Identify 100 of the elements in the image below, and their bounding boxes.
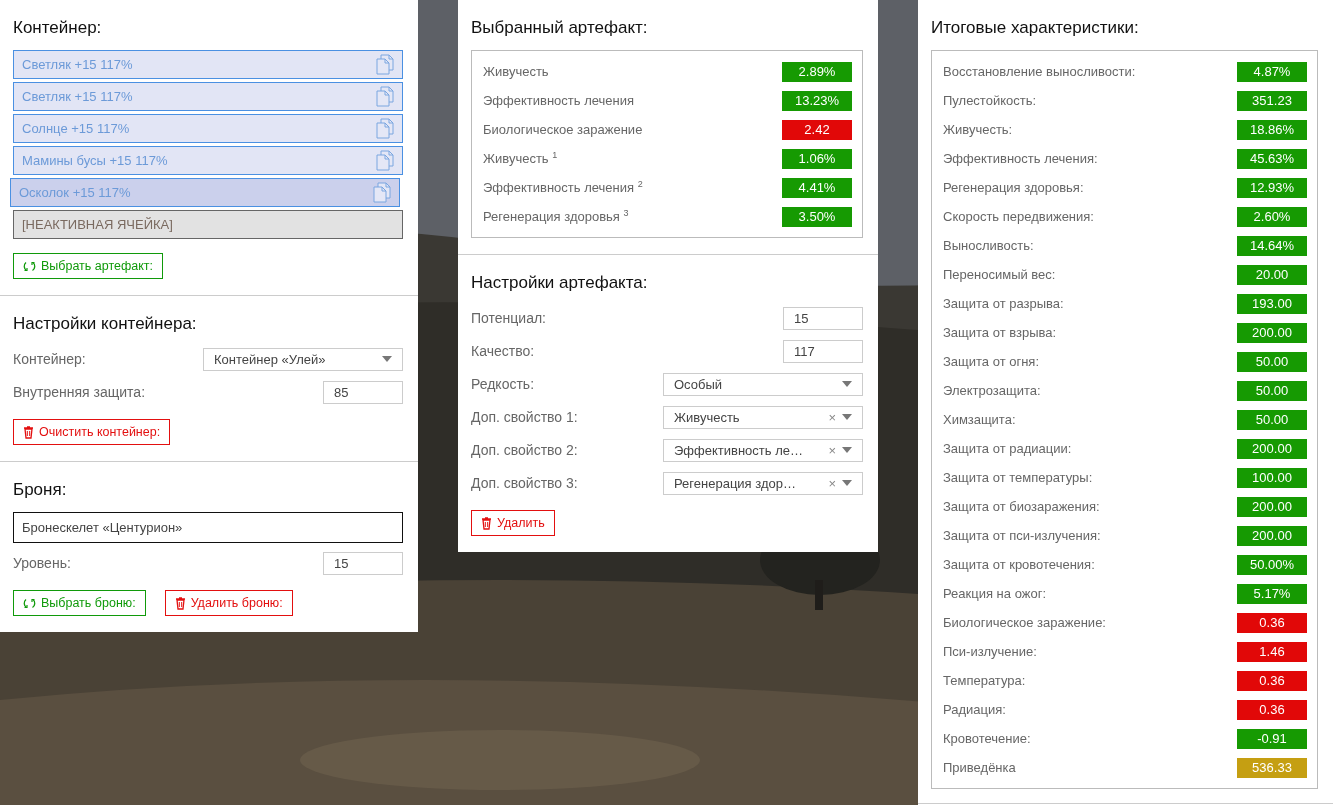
caret-icon bbox=[842, 381, 852, 387]
stat-value: 0.36 bbox=[1237, 612, 1307, 633]
clear-container-button[interactable]: Очистить контейнер: bbox=[13, 419, 171, 445]
armor-name-field[interactable]: Бронескелет «Центурион» bbox=[13, 512, 403, 543]
stat-label: Защита от радиации: bbox=[943, 441, 1072, 456]
field-label: Редкость: bbox=[471, 376, 535, 392]
stat-value: 13.23% bbox=[782, 90, 852, 111]
stat-value: 4.41% bbox=[782, 177, 852, 198]
stat-value: 50.00 bbox=[1237, 351, 1307, 372]
stat-label: Биологическое заражение bbox=[483, 122, 643, 137]
field-label: Доп. свойство 1: bbox=[471, 409, 578, 425]
field-label: Качество: bbox=[471, 343, 535, 359]
stat-label: Электрозащита: bbox=[943, 383, 1041, 398]
stat-value: 14.64% bbox=[1237, 235, 1307, 256]
stat-label: Эффективность лечения bbox=[483, 93, 635, 108]
stat-label: Восстановление выносливости: bbox=[943, 64, 1136, 79]
copy-icon[interactable] bbox=[373, 182, 391, 203]
refresh-icon bbox=[23, 596, 36, 610]
number-field[interactable]: 15 bbox=[783, 306, 863, 330]
field-label: Контейнер: bbox=[13, 351, 86, 367]
stat-label: Кровотечение: bbox=[943, 731, 1031, 746]
stat-value: 100.00 bbox=[1237, 467, 1307, 488]
stat-value: 12.93% bbox=[1237, 177, 1307, 198]
copy-icon[interactable] bbox=[376, 150, 394, 171]
stat-label: Живучесть: bbox=[943, 122, 1013, 137]
field-label: Доп. свойство 3: bbox=[471, 475, 578, 491]
stat-label: Защита от биозаражения: bbox=[943, 499, 1100, 514]
stat-label: Переносимый вес: bbox=[943, 267, 1056, 282]
field-label: Внутренняя защита: bbox=[13, 384, 146, 400]
stat-value: 200.00 bbox=[1237, 438, 1307, 459]
stat-value: 45.63% bbox=[1237, 148, 1307, 169]
number-field[interactable]: 15 bbox=[323, 551, 403, 575]
stat-value: 18.86% bbox=[1237, 119, 1307, 140]
stat-value: 0.36 bbox=[1237, 670, 1307, 691]
stat-label: Регенерация здоровья: bbox=[943, 180, 1084, 195]
stat-value: 50.00% bbox=[1237, 554, 1307, 575]
stat-label: Выносливость: bbox=[943, 238, 1034, 253]
stat-label: Приведёнка bbox=[943, 760, 1016, 775]
section-title: Настройки контейнера: bbox=[13, 314, 198, 334]
stat-label: Химзащита: bbox=[943, 412, 1016, 427]
stat-label: Эффективность лечения $^{2}$ bbox=[483, 179, 643, 196]
select-armor-button[interactable]: Выбрать броню: bbox=[13, 590, 146, 616]
section-title: Итоговые характеристики: bbox=[931, 18, 1140, 38]
copy-icon[interactable] bbox=[376, 86, 394, 107]
stat-value: 50.00 bbox=[1237, 409, 1307, 430]
stat-value: 50.00 bbox=[1237, 380, 1307, 401]
dropdown[interactable]: Живучесть × bbox=[663, 405, 863, 429]
stat-label: Скорость передвижения: bbox=[943, 209, 1094, 224]
clear-icon[interactable]: × bbox=[828, 442, 836, 458]
section-title: Настройки артефакта: bbox=[471, 273, 649, 293]
caret-icon bbox=[842, 447, 852, 453]
stat-label: Пулестойкость: bbox=[943, 93, 1037, 108]
stat-value: 3.50% bbox=[782, 206, 852, 227]
caret-icon bbox=[842, 480, 852, 486]
stat-label: Защита от пси-излучения: bbox=[943, 528, 1101, 543]
stat-value: 351.23 bbox=[1237, 90, 1307, 111]
dropdown[interactable]: Особый bbox=[663, 372, 863, 396]
stat-label: Температура: bbox=[943, 673, 1026, 688]
stat-value: 200.00 bbox=[1237, 496, 1307, 517]
stat-label: Живучесть $^{1}$ bbox=[483, 150, 558, 167]
stat-label: Защита от кровотечения: bbox=[943, 557, 1095, 572]
select-artifact-button[interactable]: Выбрать артефакт: bbox=[13, 253, 164, 279]
copy-icon[interactable] bbox=[376, 118, 394, 139]
copy-icon[interactable] bbox=[376, 54, 394, 75]
stat-label: Защита от температуры: bbox=[943, 470, 1093, 485]
dropdown[interactable]: Регенерация здор… × bbox=[663, 471, 863, 495]
field-label: Уровень: bbox=[13, 555, 71, 571]
stat-label: Защита от огня: bbox=[943, 354, 1039, 369]
trash-icon bbox=[23, 425, 34, 439]
stat-value: 2.42 bbox=[782, 119, 852, 140]
caret-icon bbox=[842, 414, 852, 420]
dropdown[interactable]: Эффективность ле… × bbox=[663, 438, 863, 462]
stat-value: -0.91 bbox=[1237, 728, 1307, 749]
number-field[interactable]: 85 bbox=[323, 380, 403, 404]
section-title: Броня: bbox=[13, 480, 68, 500]
field-label: Доп. свойство 2: bbox=[471, 442, 578, 458]
dropdown[interactable]: Контейнер «Улей» bbox=[203, 347, 403, 371]
delete-armor-button[interactable]: Удалить броню: bbox=[164, 590, 293, 616]
stat-label: Радиация: bbox=[943, 702, 1006, 717]
stat-value: 2.89% bbox=[782, 61, 852, 82]
clear-icon[interactable]: × bbox=[828, 475, 836, 491]
stat-label: Живучесть bbox=[483, 64, 549, 79]
delete-button[interactable]: Удалить bbox=[471, 510, 555, 536]
refresh-icon bbox=[23, 259, 36, 273]
stat-label: Эффективность лечения: bbox=[943, 151, 1098, 166]
stat-value: 5.17% bbox=[1237, 583, 1307, 604]
stat-value: 536.33 bbox=[1237, 757, 1307, 778]
stat-label: Биологическое заражение: bbox=[943, 615, 1106, 630]
stat-value: 1.06% bbox=[782, 148, 852, 169]
field-label: Потенциал: bbox=[471, 310, 546, 326]
number-field[interactable]: 117 bbox=[783, 339, 863, 363]
stat-label: Защита от взрыва: bbox=[943, 325, 1057, 340]
clear-icon[interactable]: × bbox=[828, 409, 836, 425]
caret-icon bbox=[382, 356, 392, 362]
stat-label: Реакция на ожог: bbox=[943, 586, 1046, 601]
section-title: Контейнер: bbox=[13, 18, 103, 38]
stat-value: 200.00 bbox=[1237, 525, 1307, 546]
stat-value: 4.87% bbox=[1237, 61, 1307, 82]
stat-value: 2.60% bbox=[1237, 206, 1307, 227]
trash-icon bbox=[174, 596, 186, 610]
